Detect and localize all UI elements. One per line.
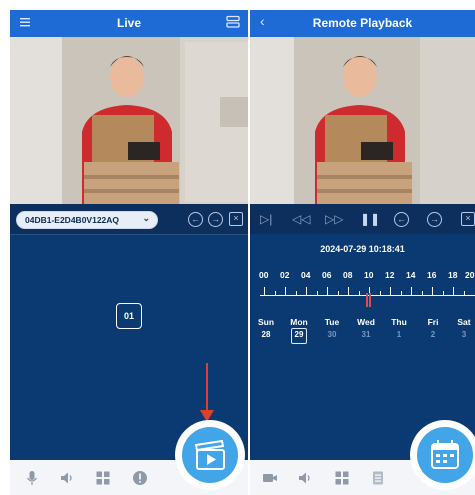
ruler-tick bbox=[422, 291, 423, 295]
ruler-tick bbox=[390, 287, 391, 295]
hour-label: 06 bbox=[322, 270, 332, 280]
live-video-feed[interactable] bbox=[10, 37, 248, 204]
playback-datetime: 2024-07-29 10:18:41 bbox=[320, 244, 405, 254]
hour-label: 04 bbox=[301, 270, 311, 280]
playback-controls: ▷| ◁◁ ▷▷ ❚❚ ← → × bbox=[250, 204, 475, 234]
ruler-tick bbox=[264, 287, 265, 295]
playback-clapper-icon bbox=[194, 439, 225, 470]
playback-button[interactable] bbox=[182, 427, 238, 483]
live-toolbar: 04DB1-E2D4B0V122AQ ⌄ ← → × bbox=[10, 204, 248, 234]
rewind-icon[interactable]: ◁◁ bbox=[292, 212, 310, 226]
weekday-label: Wed bbox=[357, 317, 375, 327]
hour-label: 00 bbox=[259, 270, 269, 280]
weekday-label: Mon bbox=[290, 317, 308, 327]
live-screen: Live 04DB1-E2D4B0V122AQ ⌄ ← → × 01 bbox=[10, 10, 248, 495]
calendar-day[interactable]: 30 bbox=[317, 330, 347, 339]
ruler-tick bbox=[296, 291, 297, 295]
arrow-right-icon[interactable]: → bbox=[427, 212, 442, 227]
fab-container bbox=[410, 420, 475, 490]
device-id: 04DB1-E2D4B0V122AQ bbox=[25, 215, 120, 225]
divider bbox=[10, 234, 248, 235]
weekday-label: Sat bbox=[457, 317, 471, 327]
fast-forward-icon[interactable]: ▷▷ bbox=[325, 212, 343, 226]
channel-tile[interactable]: 01 bbox=[116, 303, 142, 329]
ruler-tick bbox=[327, 287, 328, 295]
close-box-icon[interactable]: × bbox=[461, 212, 475, 226]
weekday-label: Tue bbox=[324, 317, 340, 327]
microphone-icon[interactable] bbox=[24, 470, 40, 486]
ruler-tick bbox=[411, 287, 412, 295]
ruler-tick bbox=[306, 287, 307, 295]
ruler-tick bbox=[443, 291, 444, 295]
calendar-day[interactable]: 3 bbox=[449, 330, 475, 339]
playhead-marker[interactable] bbox=[366, 293, 368, 307]
ruler-tick bbox=[380, 291, 381, 295]
page-title: Remote Playback bbox=[312, 16, 413, 30]
arrow-right-icon[interactable]: → bbox=[208, 212, 223, 227]
live-header: Live bbox=[10, 10, 248, 37]
hour-label: 20 bbox=[465, 270, 475, 280]
pause-icon[interactable]: ❚❚ bbox=[360, 212, 380, 226]
chevron-down-icon: ⌄ bbox=[142, 213, 150, 223]
hour-label: 08 bbox=[343, 270, 353, 280]
hour-label: 18 bbox=[448, 270, 458, 280]
hour-label: 12 bbox=[385, 270, 395, 280]
arrow-left-icon[interactable]: ← bbox=[188, 212, 203, 227]
playhead-marker bbox=[369, 293, 371, 307]
hour-label: 14 bbox=[406, 270, 416, 280]
arrow-left-icon[interactable]: ← bbox=[394, 212, 409, 227]
calendar-button[interactable] bbox=[417, 427, 473, 483]
ruler-tick bbox=[317, 291, 318, 295]
playback-video-feed[interactable] bbox=[250, 37, 475, 204]
skip-end-icon[interactable]: ▷| bbox=[260, 212, 274, 226]
speaker-icon[interactable] bbox=[59, 470, 75, 486]
ruler-tick bbox=[275, 291, 276, 295]
hour-label: 10 bbox=[364, 270, 374, 280]
calendar-day[interactable]: 28 bbox=[251, 330, 281, 339]
weekday-label: Thu bbox=[391, 317, 407, 327]
playback-screen: ‹ Remote Playback ▷| ◁◁ ▷▷ ❚❚ ← → × 2024… bbox=[250, 10, 475, 495]
grid-icon[interactable] bbox=[334, 470, 350, 486]
alert-icon[interactable] bbox=[132, 470, 148, 486]
ruler-tick bbox=[285, 287, 286, 295]
ruler-tick bbox=[359, 291, 360, 295]
grid-icon[interactable] bbox=[95, 470, 111, 486]
timeline-hours: 00 02 04 06 08 10 12 14 16 18 20 bbox=[259, 270, 475, 282]
playback-header: ‹ Remote Playback bbox=[250, 10, 475, 37]
ruler-tick bbox=[453, 287, 454, 295]
ruler-tick bbox=[432, 287, 433, 295]
ruler-tick bbox=[401, 291, 402, 295]
list-icon[interactable] bbox=[370, 470, 386, 486]
ruler-tick bbox=[338, 291, 339, 295]
ruler-tick bbox=[348, 287, 349, 295]
speaker-icon[interactable] bbox=[297, 470, 313, 486]
calendar-day[interactable]: 2 bbox=[418, 330, 448, 339]
annotation-arrow bbox=[206, 363, 208, 415]
calendar-day[interactable]: 1 bbox=[384, 330, 414, 339]
close-box-icon[interactable]: × bbox=[229, 212, 243, 226]
calendar-day-selected[interactable]: 29 bbox=[284, 330, 314, 339]
hour-label: 02 bbox=[280, 270, 290, 280]
calendar-icon bbox=[431, 440, 459, 469]
timeline-ruler[interactable] bbox=[260, 286, 475, 296]
weekday-label: Sun bbox=[257, 317, 275, 327]
ruler-tick bbox=[464, 291, 465, 295]
device-select[interactable]: 04DB1-E2D4B0V122AQ ⌄ bbox=[16, 211, 158, 229]
camera-icon[interactable] bbox=[262, 470, 278, 486]
device-list-icon[interactable] bbox=[226, 15, 242, 31]
fab-container bbox=[175, 420, 245, 490]
hour-label: 16 bbox=[427, 270, 437, 280]
calendar-day[interactable]: 31 bbox=[351, 330, 381, 339]
weekday-label: Fri bbox=[427, 317, 439, 327]
page-title: Live bbox=[116, 16, 141, 30]
